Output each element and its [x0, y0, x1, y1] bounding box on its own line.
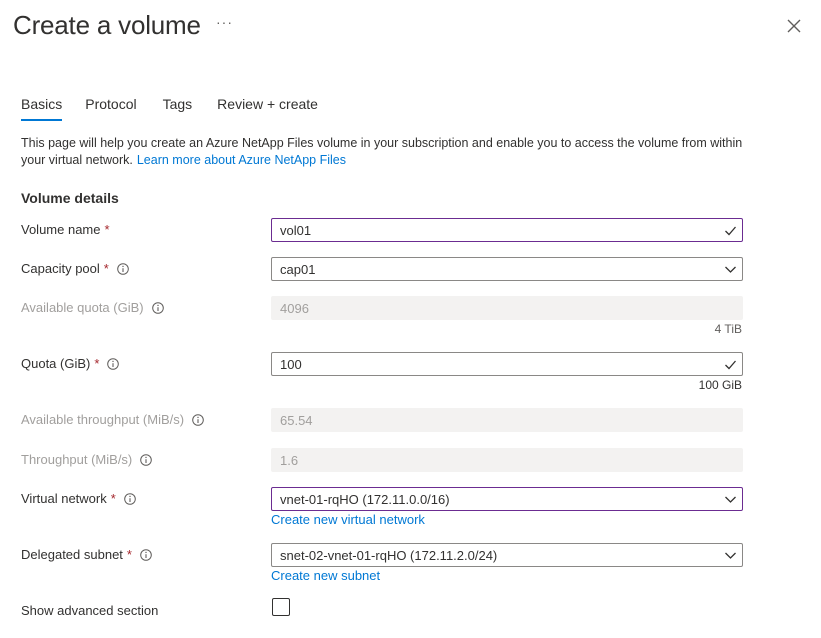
- checkmark-icon: [725, 360, 736, 370]
- tab-review-create[interactable]: Review + create: [217, 96, 318, 121]
- available-quota-field: 4096: [271, 296, 743, 320]
- required-marker: *: [103, 261, 109, 276]
- required-marker: *: [94, 356, 100, 371]
- delegated-subnet-dropdown[interactable]: snet-02-vnet-01-rqHO (172.11.2.0/24): [271, 543, 743, 567]
- show-advanced-checkbox[interactable]: [272, 598, 290, 616]
- available-quota-value: 4096: [280, 300, 309, 316]
- virtual-network-dropdown[interactable]: vnet-01-rqHO (172.11.0.0/16): [271, 487, 743, 511]
- volume-name-input[interactable]: vol01: [271, 218, 743, 242]
- quota-input[interactable]: 100: [271, 352, 743, 376]
- capacity-pool-dropdown[interactable]: cap01: [271, 257, 743, 281]
- create-virtual-network-link[interactable]: Create new virtual network: [271, 512, 425, 527]
- info-icon[interactable]: [192, 413, 204, 426]
- available-throughput-value: 65.54: [280, 412, 313, 428]
- info-icon[interactable]: [107, 357, 120, 370]
- volume-name-value: vol01: [280, 222, 312, 238]
- available-throughput-field: 65.54: [271, 408, 743, 432]
- show-advanced-label-text: Show advanced section: [21, 603, 159, 618]
- virtual-network-label-text: Virtual network: [21, 491, 107, 506]
- quota-label-text: Quota (GiB): [21, 356, 91, 371]
- capacity-pool-label: Capacity pool *: [21, 261, 129, 276]
- delegated-subnet-label: Delegated subnet *: [21, 547, 152, 562]
- required-marker: *: [126, 547, 132, 562]
- intro-description: This page will help you create an Azure …: [21, 136, 743, 167]
- throughput-label: Throughput (MiB/s): [21, 452, 153, 467]
- tab-protocol[interactable]: Protocol: [85, 96, 136, 121]
- virtual-network-label: Virtual network *: [21, 491, 136, 506]
- virtual-network-value: vnet-01-rqHO (172.11.0.0/16): [280, 491, 450, 507]
- more-options-icon[interactable]: ···: [216, 14, 233, 30]
- throughput-field: 1.6: [271, 448, 743, 472]
- available-throughput-label: Available throughput (MiB/s): [21, 412, 204, 427]
- quota-label: Quota (GiB) *: [21, 356, 120, 371]
- tab-bar: Basics Protocol Tags Review + create: [21, 96, 342, 121]
- capacity-pool-label-text: Capacity pool: [21, 261, 100, 276]
- info-icon[interactable]: [140, 453, 153, 466]
- required-marker: *: [104, 222, 110, 237]
- available-throughput-label-text: Available throughput (MiB/s): [21, 412, 185, 427]
- quota-value: 100: [280, 356, 302, 372]
- info-icon[interactable]: [151, 301, 164, 314]
- delegated-subnet-value: snet-02-vnet-01-rqHO (172.11.2.0/24): [280, 547, 498, 563]
- learn-more-link[interactable]: Learn more about Azure NetApp Files: [137, 153, 346, 167]
- tab-basics[interactable]: Basics: [21, 96, 63, 121]
- chevron-down-icon: [725, 496, 736, 503]
- tab-tags[interactable]: Tags: [163, 96, 193, 121]
- required-marker: *: [110, 491, 116, 506]
- chevron-down-icon: [725, 552, 736, 559]
- info-icon[interactable]: [117, 262, 129, 275]
- info-icon[interactable]: [124, 492, 136, 505]
- throughput-value: 1.6: [280, 452, 299, 468]
- capacity-pool-value: cap01: [280, 261, 316, 277]
- delegated-subnet-label-text: Delegated subnet: [21, 547, 123, 562]
- close-icon[interactable]: [786, 18, 802, 34]
- chevron-down-icon: [725, 266, 736, 273]
- volume-name-label: Volume name *: [21, 222, 110, 237]
- volume-name-label-text: Volume name: [21, 222, 101, 237]
- create-subnet-link[interactable]: Create new subnet: [271, 568, 380, 583]
- quota-hint: 100 GiB: [698, 378, 742, 392]
- show-advanced-label: Show advanced section: [21, 603, 158, 618]
- throughput-label-text: Throughput (MiB/s): [21, 452, 133, 467]
- section-title: Volume details: [21, 190, 119, 206]
- page-title: Create a volume: [13, 10, 201, 40]
- available-quota-label-text: Available quota (GiB): [21, 300, 144, 315]
- intro-text: This page will help you create an Azure …: [21, 135, 761, 169]
- checkmark-icon: [725, 226, 736, 236]
- available-quota-hint: 4 TiB: [714, 322, 742, 336]
- available-quota-label: Available quota (GiB): [21, 300, 164, 315]
- info-icon[interactable]: [140, 548, 152, 561]
